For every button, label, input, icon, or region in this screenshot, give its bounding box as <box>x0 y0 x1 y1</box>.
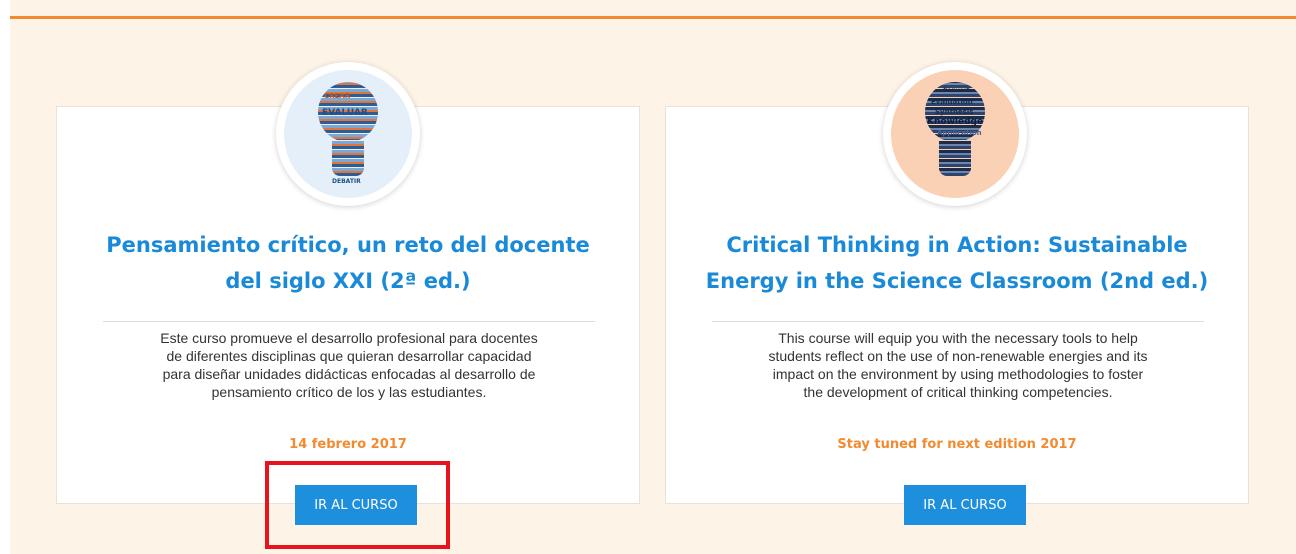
go-to-course-button[interactable]: IR AL CURSO <box>904 485 1026 525</box>
image-word: Convert <box>943 87 970 94</box>
card-divider <box>712 321 1204 322</box>
image-word: DEBATIR <box>332 178 361 185</box>
course-description: This course will equip you with the nece… <box>726 329 1190 401</box>
description-line-1: Este curso promueve el desarrollo profes… <box>160 330 538 346</box>
bulb-base-shape <box>939 140 971 176</box>
course-title-line-2[interactable]: del siglo XXI (2ª ed.) <box>57 263 639 299</box>
description-line-4: pensamiento crítico de los y las estudia… <box>211 384 487 400</box>
course-date: 14 febrero 2017 <box>289 437 407 452</box>
image-word: Application <box>937 129 982 137</box>
description-line-4: the development of critical thinking com… <box>803 384 1113 400</box>
description-line-3: impact on the environment by using metho… <box>772 366 1144 382</box>
lightbulb-word-cloud-icon: EVALUAR CREAR DEBATIR <box>284 70 412 198</box>
description-line-2: students reflect on the use of non-renew… <box>768 348 1148 364</box>
course-image-link[interactable]: EVALUAR CREAR DEBATIR <box>276 62 420 206</box>
course-title[interactable]: Pensamiento crítico, un reto del docente… <box>57 227 639 299</box>
lightbulb-word-cloud-icon: Evaluation Synthesis Knowledge Applicati… <box>891 70 1019 198</box>
image-word: Synthesis <box>935 108 974 116</box>
description-line-2: de diferentes disciplinas que quieran de… <box>166 348 532 364</box>
image-word: EVALUAR <box>322 108 368 118</box>
image-word: Evaluation <box>931 98 973 106</box>
image-word: Knowledge <box>927 117 984 127</box>
course-title-line-1[interactable]: Critical Thinking in Action: Sustainable <box>666 227 1248 263</box>
description-line-3: para diseñar unidades didácticas enfocad… <box>162 366 536 382</box>
description-line-1: This course will equip you with the nece… <box>778 330 1138 346</box>
course-image-link[interactable]: Evaluation Synthesis Knowledge Applicati… <box>883 62 1027 206</box>
top-accent-bar <box>10 16 1296 19</box>
course-description: Este curso promueve el desarrollo profes… <box>117 329 581 401</box>
course-title[interactable]: Critical Thinking in Action: Sustainable… <box>666 227 1248 299</box>
card-divider <box>103 321 595 322</box>
go-to-course-button[interactable]: IR AL CURSO <box>295 485 417 525</box>
image-word: CREAR <box>324 92 351 100</box>
bulb-base-shape <box>332 140 364 176</box>
course-title-line-2[interactable]: Energy in the Science Classroom (2nd ed.… <box>666 263 1248 299</box>
course-date: Stay tuned for next edition 2017 <box>837 437 1077 452</box>
course-title-line-1[interactable]: Pensamiento crítico, un reto del docente <box>57 227 639 263</box>
